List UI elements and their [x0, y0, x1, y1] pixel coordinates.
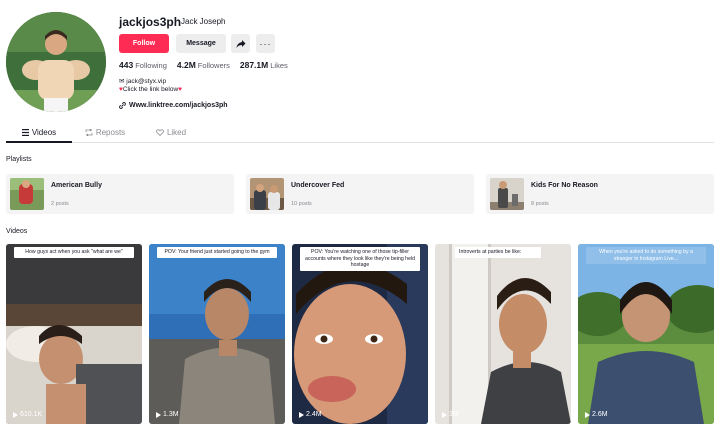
- likes-label: Likes: [270, 61, 288, 70]
- tab-liked[interactable]: Liked: [138, 124, 204, 140]
- profile-nickname: Jack Joseph: [181, 17, 226, 26]
- play-icon: [13, 411, 18, 418]
- video-views: 3M: [442, 411, 459, 418]
- video-view-count: 610.1K: [20, 411, 43, 418]
- play-icon: [442, 411, 447, 418]
- playlists-heading: Playlists: [6, 156, 32, 163]
- video-view-count: 2.4M: [306, 411, 322, 418]
- tab-reposts[interactable]: Reposts: [72, 124, 138, 140]
- videos-heading: Videos: [6, 228, 28, 235]
- following-count: 443: [119, 60, 134, 70]
- video-view-count: 1.3M: [163, 411, 179, 418]
- following-label: Following: [135, 61, 167, 70]
- video-views: 2.6M: [585, 411, 608, 418]
- tab-videos-label: Videos: [31, 127, 57, 137]
- video-caption: POV: Your friend just started going to t…: [157, 247, 277, 258]
- followers-count: 4.2M: [176, 60, 196, 70]
- playlist-thumbnail: [10, 178, 44, 210]
- playlist-title: Kids For No Reason: [531, 182, 598, 189]
- bio-email: jack@styx.vip: [126, 78, 167, 85]
- play-icon: [585, 411, 590, 418]
- video-thumbnail[interactable]: Introverts at parties be like: 3M: [435, 244, 571, 424]
- bio-cta: Click the link below: [122, 86, 179, 93]
- repost-icon: [85, 128, 93, 136]
- video-thumbnail[interactable]: POV: Your friend just started going to t…: [149, 244, 285, 424]
- video-views: 2.4M: [299, 411, 322, 418]
- profile-tabs: Videos Reposts Liked: [6, 124, 204, 140]
- playlist-thumbnail: [490, 178, 524, 210]
- profile-username: jackjos3ph: [119, 15, 182, 29]
- profile-link-text: Www.linktree.com/jackjos3ph: [129, 102, 228, 109]
- likes-stat: 287.1M Likes: [240, 60, 288, 70]
- email-icon: ✉: [119, 78, 125, 85]
- playlist-card[interactable]: American Bully 2 posts: [6, 174, 234, 214]
- follow-button[interactable]: Follow: [119, 34, 169, 53]
- video-caption: Introverts at parties be like:: [455, 247, 541, 258]
- video-thumbnail[interactable]: How guys act when you ask "what are we" …: [6, 244, 142, 424]
- video-thumbnail[interactable]: POV: You're watching one of those tip-fi…: [292, 244, 428, 424]
- tab-liked-label: Liked: [166, 127, 187, 137]
- video-caption: When you're asked to do something by a s…: [586, 247, 706, 264]
- playlist-title: Undercover Fed: [291, 182, 345, 189]
- playlist-thumbnail: [250, 178, 284, 210]
- grid-icon: [21, 128, 29, 136]
- play-icon: [299, 411, 304, 418]
- video-caption: How guys act when you ask "what are we": [14, 247, 134, 258]
- playlist-title: American Bully: [51, 182, 102, 189]
- bio-cta-line: ♥Click the link below♥: [119, 86, 182, 93]
- video-view-count: 2.6M: [592, 411, 608, 418]
- liked-icon: [156, 128, 164, 136]
- playlist-count: 8 posts: [531, 201, 549, 207]
- likes-count: 287.1M: [239, 60, 269, 70]
- video-caption: POV: You're watching one of those tip-fi…: [300, 247, 420, 271]
- heart-icon: ♥: [178, 86, 182, 93]
- bio-email-line: ✉ jack@styx.vip: [119, 77, 166, 85]
- active-tab-indicator: [6, 141, 72, 143]
- video-views: 1.3M: [156, 411, 179, 418]
- play-icon: [156, 411, 161, 418]
- followers-stat[interactable]: 4.2M Followers: [177, 60, 230, 70]
- tab-reposts-label: Reposts: [95, 127, 126, 137]
- profile-link[interactable]: Www.linktree.com/jackjos3ph: [119, 102, 228, 109]
- share-icon: [236, 39, 245, 48]
- profile-avatar[interactable]: [6, 12, 106, 112]
- following-stat[interactable]: 443 Following: [119, 60, 167, 70]
- video-thumbnail[interactable]: When you're asked to do something by a s…: [578, 244, 714, 424]
- playlist-count: 2 posts: [51, 201, 69, 207]
- playlist-count: 10 posts: [291, 201, 312, 207]
- share-button[interactable]: [231, 34, 250, 53]
- message-button[interactable]: Message: [176, 34, 226, 53]
- more-options-button[interactable]: ···: [256, 34, 275, 53]
- video-view-count: 3M: [449, 411, 459, 418]
- playlist-card[interactable]: Kids For No Reason 8 posts: [486, 174, 714, 214]
- link-icon: [119, 102, 126, 109]
- profile-stats: 443 Following 4.2M Followers 287.1M Likes: [119, 60, 288, 70]
- tab-videos[interactable]: Videos: [6, 124, 72, 140]
- tabs-divider: [6, 142, 714, 143]
- video-views: 610.1K: [13, 411, 42, 418]
- followers-label: Followers: [197, 61, 230, 70]
- playlist-card[interactable]: Undercover Fed 10 posts: [246, 174, 474, 214]
